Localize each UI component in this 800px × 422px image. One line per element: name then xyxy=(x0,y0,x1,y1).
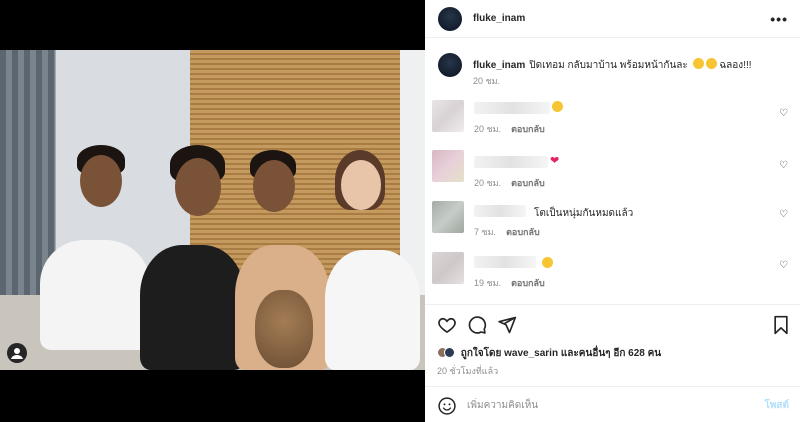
post-actions xyxy=(425,304,800,344)
post-comment-button[interactable]: โพสต์ xyxy=(764,398,789,413)
face-emoji xyxy=(692,58,704,69)
share-icon[interactable] xyxy=(497,315,517,340)
comment-like-heart-icon[interactable]: ♡ xyxy=(779,108,788,119)
likes-summary[interactable]: ถูกใจโดย wave_sarin และคนอื่นๆ อีก 628 ค… xyxy=(437,346,661,360)
comment-meta: 20 ชม. ตอบกลับ xyxy=(474,176,545,190)
photo-person-2-head xyxy=(175,158,221,216)
comment-text: โตเป็นหนุ่มกันหมดแล้ว xyxy=(534,208,634,219)
commenter-name-blurred xyxy=(474,205,526,217)
post-media-panel xyxy=(0,0,425,422)
photo-person-1 xyxy=(40,240,150,350)
post-header: fluke_inam ••• xyxy=(425,0,800,38)
caption-author-username[interactable]: fluke_inam xyxy=(473,60,525,71)
photo-person-2 xyxy=(140,245,245,370)
caption-text: fluke_inam ปิดเทอม กลับมาบ้าน พร้อมหน้ากั… xyxy=(473,58,752,73)
comment-item: โตเป็นหนุ่มกันหมดแล้ว 7 ชม. ตอบกลับ ♡ xyxy=(432,201,792,245)
caption-body: ปิดเทอม กลับมาบ้าน พร้อมหน้ากันละ xyxy=(529,60,688,71)
author-avatar[interactable] xyxy=(438,7,462,31)
commenter-avatar[interactable] xyxy=(432,201,464,233)
emoji-icon[interactable] xyxy=(437,396,457,421)
star-struck-emoji xyxy=(552,101,563,112)
likes-prefix: ถูกใจโดย xyxy=(460,348,502,359)
commenter-name-blurred xyxy=(474,102,550,114)
commenter-name-blurred xyxy=(474,256,536,268)
user-tag-icon[interactable] xyxy=(7,343,27,363)
commenter-avatar[interactable] xyxy=(432,252,464,284)
reply-button[interactable]: ตอบกลับ xyxy=(511,278,545,288)
caption-author-avatar[interactable] xyxy=(438,53,462,77)
comment-item: 19 ชม. ตอบกลับ ♡ xyxy=(432,252,792,296)
comment-time: 19 ชม. xyxy=(474,278,502,288)
heart-icon[interactable] xyxy=(437,315,457,340)
comment-like-heart-icon[interactable]: ♡ xyxy=(779,160,788,171)
comment-time: 7 ชม. xyxy=(474,227,497,237)
photo-person-1-head xyxy=(80,155,122,207)
reply-button[interactable]: ตอบกลับ xyxy=(506,227,540,237)
caption-tail: ฉลอง!!! xyxy=(719,60,752,71)
star-struck-emoji xyxy=(542,257,553,268)
likes-user[interactable]: wave_sarin xyxy=(504,348,558,359)
commenter-name-blurred xyxy=(474,156,548,168)
comment-item: 20 ชม. ตอบกลับ ♡ xyxy=(432,100,792,144)
comment-meta: 19 ชม. ตอบกลับ xyxy=(474,276,545,290)
author-username[interactable]: fluke_inam xyxy=(473,13,525,24)
comment-text xyxy=(540,257,553,270)
bookmark-icon[interactable] xyxy=(772,315,790,340)
reply-button[interactable]: ตอบกลับ xyxy=(511,124,545,134)
red-heart-emoji: ❤ xyxy=(550,155,560,167)
add-comment-bar: โพสต์ xyxy=(425,386,800,422)
comment-meta: 20 ชม. ตอบกลับ xyxy=(474,122,545,136)
caption-time: 20 ชม. xyxy=(473,76,501,86)
commenter-avatar[interactable] xyxy=(432,150,464,182)
face-emoji xyxy=(705,58,717,69)
liker-avatar xyxy=(444,347,455,358)
photo-person-4-head xyxy=(341,160,381,210)
comment-text: ❤ xyxy=(548,154,559,167)
photo-cat xyxy=(255,290,313,368)
post-timestamp[interactable]: 20 ชั่วโมงที่แล้ว xyxy=(437,364,498,378)
photo-person-4 xyxy=(325,250,420,370)
comment-time: 20 ชม. xyxy=(474,124,502,134)
instagram-post-dialog: fluke_inam ••• fluke_inam ปิดเทอม กลับมาบ… xyxy=(0,0,800,422)
reply-button[interactable]: ตอบกลับ xyxy=(511,178,545,188)
comment-time: 20 ชม. xyxy=(474,178,502,188)
commenter-avatar[interactable] xyxy=(432,100,464,132)
post-photo[interactable] xyxy=(0,50,425,370)
comment-meta: 7 ชม. ตอบกลับ xyxy=(474,225,540,239)
likes-suffix[interactable]: และคนอื่นๆ อีก 628 คน xyxy=(561,348,661,359)
comment-item: ❤ 20 ชม. ตอบกลับ ♡ xyxy=(432,150,792,194)
photo-person-3-head xyxy=(253,160,295,212)
more-icon[interactable]: ••• xyxy=(770,11,788,27)
comment-like-heart-icon[interactable]: ♡ xyxy=(779,209,788,220)
comment-like-heart-icon[interactable]: ♡ xyxy=(779,260,788,271)
comment-text xyxy=(550,101,563,114)
comment-icon[interactable] xyxy=(467,315,487,340)
comment-input[interactable] xyxy=(467,396,747,414)
post-side-panel: fluke_inam ••• fluke_inam ปิดเทอม กลับมาบ… xyxy=(425,0,800,422)
